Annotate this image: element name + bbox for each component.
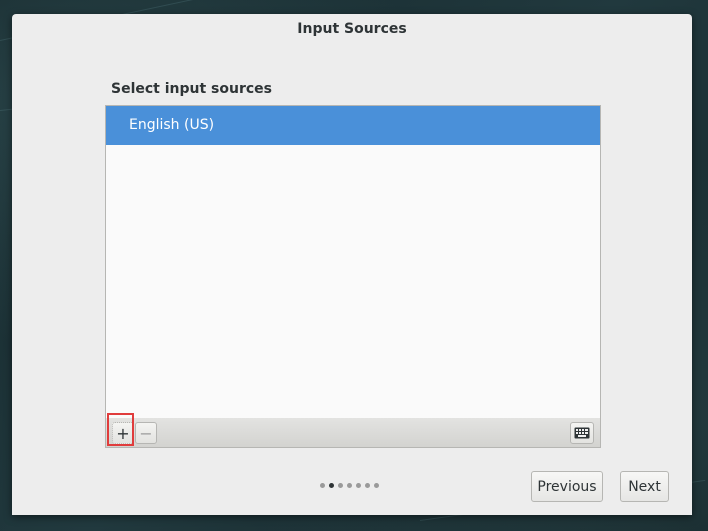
plus-icon: +: [116, 423, 130, 443]
window-title: Input Sources: [297, 21, 407, 37]
page-dot: [347, 483, 352, 488]
previous-button[interactable]: Previous: [531, 471, 603, 502]
page-dot: [365, 483, 370, 488]
select-input-sources-label: Select input sources: [111, 81, 273, 97]
input-sources-list: English (US): [105, 105, 601, 419]
list-toolbar: + −: [105, 418, 601, 448]
show-keyboard-layout-button[interactable]: [570, 422, 594, 444]
minus-icon: −: [139, 423, 153, 443]
page-dot: [356, 483, 361, 488]
remove-input-source-button[interactable]: −: [135, 422, 157, 444]
input-sources-window: Input Sources Select input sources Engli…: [12, 14, 692, 515]
page-dot: [320, 483, 325, 488]
add-input-source-button[interactable]: +: [112, 422, 134, 444]
page-dot-current: [329, 483, 334, 488]
keyboard-icon: [574, 427, 590, 439]
page-dot: [374, 483, 379, 488]
next-button[interactable]: Next: [620, 471, 669, 502]
page-dot: [338, 483, 343, 488]
page-indicator: [320, 483, 379, 488]
input-source-row-english-us[interactable]: English (US): [106, 106, 600, 145]
